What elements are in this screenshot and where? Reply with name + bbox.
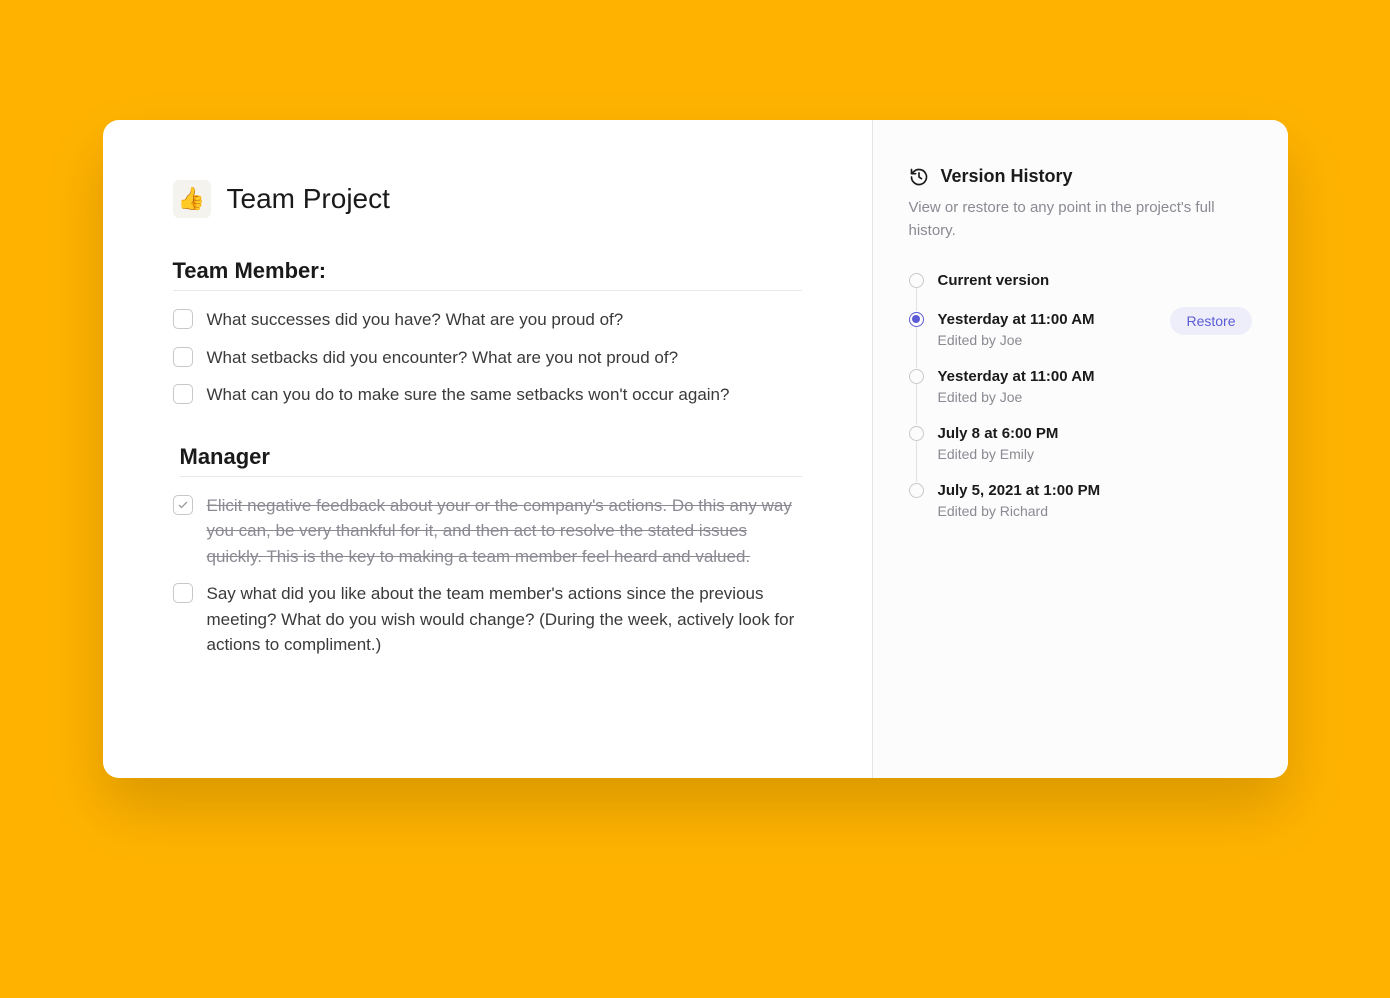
- version-text: July 8 at 6:00 PM Edited by Emily: [938, 423, 1252, 462]
- restore-button[interactable]: Restore: [1170, 307, 1251, 335]
- version-meta: Edited by Joe: [938, 332, 1171, 348]
- task-text[interactable]: What can you do to make sure the same se…: [207, 382, 730, 408]
- version-text: July 5, 2021 at 1:00 PM Edited by Richard: [938, 480, 1252, 519]
- version-text: Yesterday at 11:00 AM Edited by Joe: [938, 309, 1171, 348]
- version-content: Yesterday at 11:00 AM Edited by Joe: [938, 366, 1252, 405]
- task-checkbox[interactable]: [173, 384, 193, 404]
- version-label: July 5, 2021 at 1:00 PM: [938, 480, 1252, 501]
- version-meta: Edited by Joe: [938, 389, 1252, 405]
- sidebar-header: Version History: [909, 166, 1252, 187]
- version-item[interactable]: Yesterday at 11:00 AM Edited by Joe: [909, 366, 1252, 423]
- version-content: Current version: [938, 270, 1252, 291]
- sidebar-title: Version History: [941, 166, 1073, 187]
- version-label: July 8 at 6:00 PM: [938, 423, 1252, 444]
- version-radio[interactable]: [909, 483, 924, 498]
- task-item: Say what did you like about the team mem…: [173, 581, 802, 658]
- task-text[interactable]: What successes did you have? What are yo…: [207, 307, 624, 333]
- version-list: Current version Yesterday at 11:00 AM Edit…: [909, 270, 1252, 519]
- app-window: 👍 Team Project Team Member: What successe…: [103, 120, 1288, 778]
- version-radio[interactable]: [909, 312, 924, 327]
- version-content: July 8 at 6:00 PM Edited by Emily: [938, 423, 1252, 462]
- version-radio[interactable]: [909, 273, 924, 288]
- version-item[interactable]: Yesterday at 11:00 AM Edited by JoeRestor…: [909, 309, 1252, 366]
- task-checkbox[interactable]: [173, 495, 193, 515]
- version-text: Yesterday at 11:00 AM Edited by Joe: [938, 366, 1252, 405]
- version-content: Yesterday at 11:00 AM Edited by JoeRestor…: [938, 309, 1252, 348]
- version-history-sidebar: Version History View or restore to any p…: [873, 120, 1288, 778]
- section-heading[interactable]: Team Member:: [173, 258, 802, 291]
- task-item: Elicit negative feedback about your or t…: [173, 493, 802, 570]
- version-label: Yesterday at 11:00 AM: [938, 309, 1171, 330]
- version-item[interactable]: July 8 at 6:00 PM Edited by Emily: [909, 423, 1252, 480]
- task-text[interactable]: Say what did you like about the team mem…: [207, 581, 802, 658]
- version-item[interactable]: Current version: [909, 270, 1252, 309]
- page-title-row: 👍 Team Project: [173, 180, 802, 218]
- history-icon: [909, 167, 929, 187]
- task-item: What setbacks did you encounter? What ar…: [173, 345, 802, 371]
- task-item: What successes did you have? What are yo…: [173, 307, 802, 333]
- task-item: What can you do to make sure the same se…: [173, 382, 802, 408]
- task-list: What successes did you have? What are yo…: [173, 307, 802, 408]
- version-text: Current version: [938, 270, 1252, 291]
- task-text[interactable]: What setbacks did you encounter? What ar…: [207, 345, 679, 371]
- task-checkbox[interactable]: [173, 347, 193, 367]
- task-checkbox[interactable]: [173, 309, 193, 329]
- version-radio[interactable]: [909, 426, 924, 441]
- task-text[interactable]: Elicit negative feedback about your or t…: [207, 493, 802, 570]
- section-heading[interactable]: Manager: [180, 444, 802, 477]
- version-item[interactable]: July 5, 2021 at 1:00 PM Edited by Richard: [909, 480, 1252, 519]
- version-label: Yesterday at 11:00 AM: [938, 366, 1252, 387]
- version-meta: Edited by Emily: [938, 446, 1252, 462]
- task-list: Elicit negative feedback about your or t…: [173, 493, 802, 658]
- task-checkbox[interactable]: [173, 583, 193, 603]
- sidebar-subtitle: View or restore to any point in the proj…: [909, 197, 1252, 242]
- document-main: 👍 Team Project Team Member: What successe…: [103, 120, 873, 778]
- page-emoji-icon[interactable]: 👍: [173, 180, 211, 218]
- version-label: Current version: [938, 270, 1252, 291]
- version-radio[interactable]: [909, 369, 924, 384]
- page-title[interactable]: Team Project: [227, 183, 390, 215]
- version-content: July 5, 2021 at 1:00 PM Edited by Richard: [938, 480, 1252, 519]
- version-meta: Edited by Richard: [938, 503, 1252, 519]
